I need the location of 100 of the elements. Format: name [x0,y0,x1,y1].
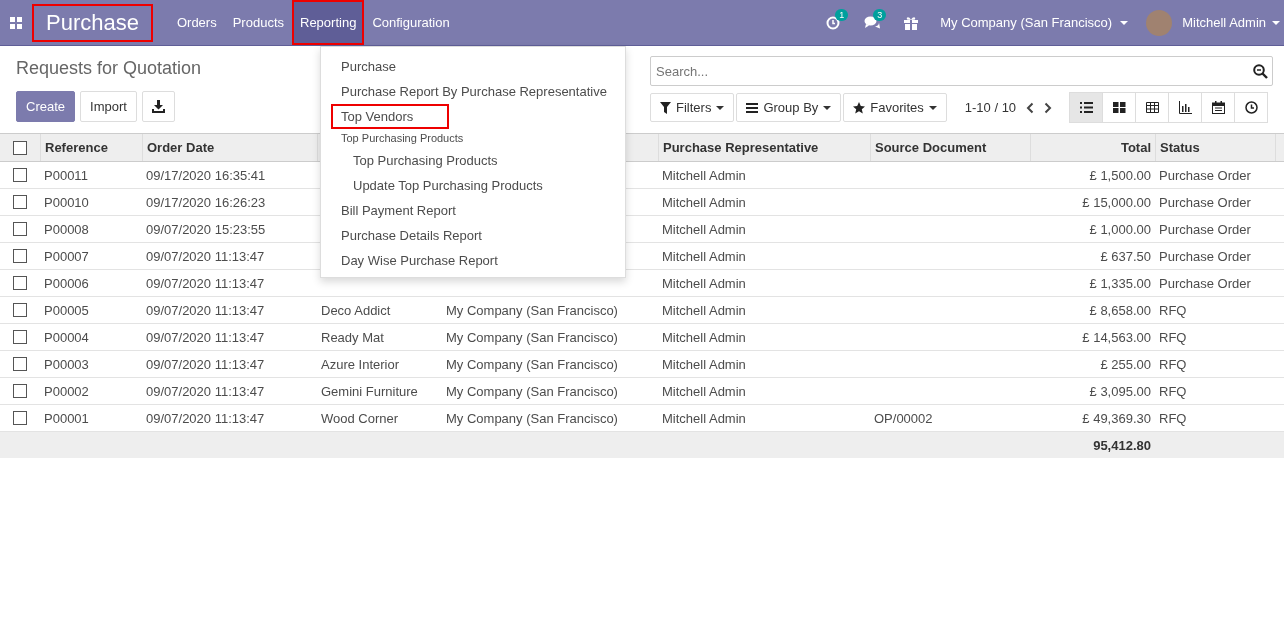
column-header[interactable]: Source Document [875,140,987,155]
menu-icon [746,102,759,113]
row-checkbox[interactable] [13,384,27,398]
table-cell: £ 637.50 [1100,248,1151,264]
dropdown-item[interactable]: Day Wise Purchase Report [321,248,625,273]
table-cell: My Company (San Francisco) [446,356,618,372]
table-cell: Purchase Order [1159,275,1251,291]
view-switch-button[interactable] [1168,92,1202,123]
table-cell: RFQ [1159,383,1187,399]
activity-count-badge: 1 [835,8,849,21]
download-button[interactable] [141,91,175,122]
table-cell: P00001 [44,410,89,426]
table-cell: 09/07/2020 11:13:47 [146,329,265,345]
table-cell: 09/07/2020 11:13:47 [146,275,265,291]
select-all-checkbox[interactable] [13,140,27,155]
menu-item[interactable]: Configuration [364,0,458,45]
table-cell: Purchase Order [1159,221,1251,237]
row-checkbox[interactable] [13,195,27,209]
table-cell: My Company (San Francisco) [446,329,618,345]
table-cell: P00008 [44,221,89,237]
row-checkbox[interactable] [13,222,27,236]
table-cell: RFQ [1159,410,1187,426]
table-cell: Mitchell Admin [662,383,746,399]
favorites-button[interactable]: Favorites [843,93,947,122]
table-cell: Ready Mat [321,329,384,345]
table-cell: 09/07/2020 11:13:47 [146,410,265,426]
import-button[interactable]: Import [80,91,137,122]
table-cell: £ 14,563.00 [1082,329,1151,345]
table-cell: P00010 [44,194,89,210]
table-cell: £ 1,000.00 [1089,221,1151,237]
table-cell: Mitchell Admin [662,248,746,264]
row-checkbox[interactable] [13,357,27,371]
column-header[interactable]: Status [1160,140,1200,155]
table-cell: Purchase Order [1159,167,1251,183]
table-cell: Mitchell Admin [662,194,746,210]
table-cell: Mitchell Admin [662,356,746,372]
table-cell: Mitchell Admin [662,410,746,426]
message-count-badge: 3 [873,9,887,21]
dropdown-item[interactable]: Top Vendors [331,104,449,129]
table-cell: OP/00002 [874,410,933,426]
table-cell: 09/17/2020 16:35:41 [146,167,266,183]
row-checkbox[interactable] [13,168,27,182]
table-cell: P00003 [44,356,89,372]
dropdown-item[interactable]: Update Top Purchasing Products [321,173,625,198]
column-header[interactable]: Total [1120,140,1151,155]
app-title[interactable]: Purchase [32,3,153,42]
table-cell: My Company (San Francisco) [446,302,618,318]
table-cell: Purchase Order [1159,248,1251,264]
dropdown-item[interactable]: Purchase Details Report [321,223,625,248]
view-switch-button[interactable] [1135,92,1169,123]
table-cell: Mitchell Admin [662,221,746,237]
apps-menu-icon[interactable] [10,16,22,29]
clock-icon[interactable] [826,15,841,30]
row-checkbox[interactable] [13,330,27,344]
table-view-icon [1145,101,1159,114]
next-page-icon[interactable] [1044,101,1053,114]
view-switch-button[interactable] [1069,92,1103,123]
dropdown-item[interactable]: Purchase Report By Purchase Representative [321,79,625,104]
view-switch-button[interactable] [1234,92,1268,123]
table-cell: 09/17/2020 16:26:23 [146,194,266,210]
bar-chart-icon [1178,101,1192,114]
row-checkbox[interactable] [13,249,27,263]
table-cell: Deco Addict [321,302,391,318]
table-cell: RFQ [1159,356,1187,372]
table-cell: Mitchell Admin [662,167,746,183]
filters-button[interactable]: Filters [650,93,735,122]
clock-icon [1244,101,1258,114]
row-checkbox[interactable] [13,276,27,290]
table-cell: £ 15,000.00 [1082,194,1151,210]
table-cell: Mitchell Admin [662,275,746,291]
dropdown-item[interactable]: Purchase [321,54,625,79]
search-field[interactable]: Search... [650,56,1273,86]
download-icon [151,100,165,113]
table-cell: £ 3,095.00 [1089,383,1151,399]
table-cell: Gemini Furniture [321,383,418,399]
menu-item[interactable]: Reporting [292,0,365,45]
row-checkbox[interactable] [13,303,27,317]
column-header[interactable]: Reference [45,140,108,155]
gift-icon[interactable] [904,15,919,30]
table-cell: P00004 [44,329,89,345]
view-switch-button[interactable] [1201,92,1235,123]
table-cell: 09/07/2020 11:13:47 [146,248,265,264]
view-switch-button[interactable] [1102,92,1136,123]
table-cell: £ 8,658.00 [1089,302,1151,318]
menu-item[interactable]: Orders [168,0,225,45]
user-menu[interactable]: Mitchell Admin [1182,15,1266,30]
company-switcher[interactable]: My Company (San Francisco) [940,15,1129,30]
table-cell: P00006 [44,275,89,291]
create-button[interactable]: Create [16,91,76,122]
group-by-button[interactable]: Group By [736,93,842,122]
table-cell: £ 49,369.30 [1082,410,1151,426]
pager-text: 1-10 / 10 [964,100,1017,115]
page-title: Requests for Quotation [16,58,202,79]
menu-item[interactable]: Products [224,0,292,45]
column-header[interactable]: Purchase Representative [663,140,819,155]
dropdown-item[interactable]: Bill Payment Report [321,198,625,223]
previous-page-icon[interactable] [1026,101,1035,114]
column-header[interactable]: Order Date [147,140,215,155]
row-checkbox[interactable] [13,411,27,425]
dropdown-item[interactable]: Top Purchasing Products [321,148,625,173]
